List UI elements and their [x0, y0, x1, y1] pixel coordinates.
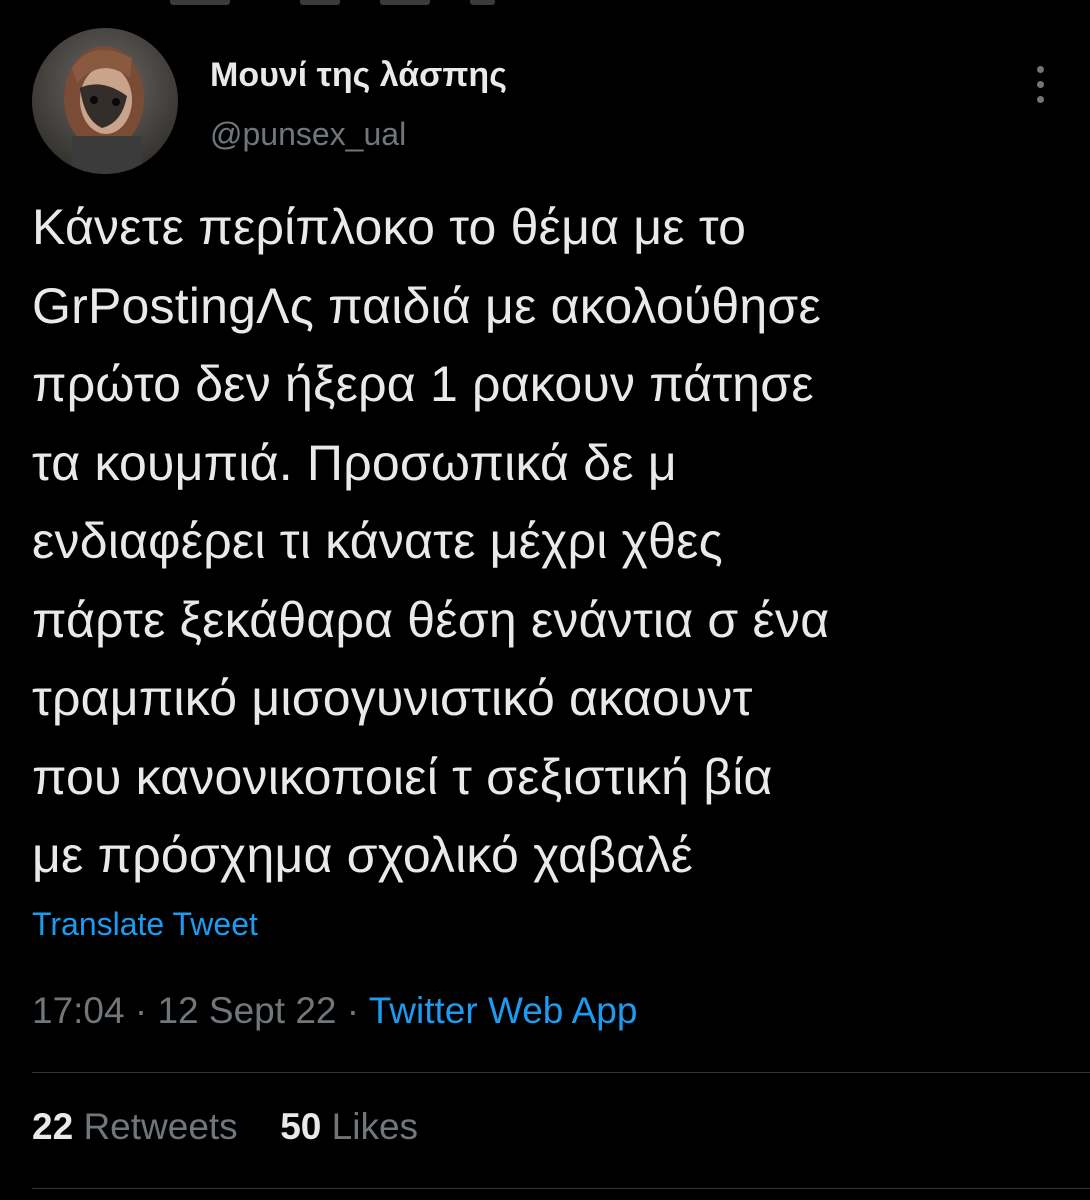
retweets-stat[interactable]: 22 Retweets [32, 1106, 238, 1148]
retweets-count: 22 [32, 1106, 74, 1147]
avatar[interactable] [32, 28, 178, 174]
translate-tweet-link[interactable]: Translate Tweet [32, 906, 258, 943]
tweet-text-line: πρώτο δεν ήξερα 1 ρακουν πάτησε [32, 356, 814, 412]
divider [32, 1188, 1090, 1189]
tweet-text-line: πάρτε ξεκάθαρα θέση ενάντια σ ένα [32, 591, 830, 648]
tweet-time[interactable]: 17:04 [32, 990, 125, 1031]
tweet-date[interactable]: 12 Sept 22 [157, 990, 336, 1031]
likes-label: Likes [331, 1106, 419, 1147]
tweet-text: Κάνετε περίπλοκο το θέμα με το GrPosting… [32, 188, 1052, 895]
tweet-header: Μουνί της λάσπης @punsex_ual [32, 28, 1058, 174]
author-handle[interactable]: @punsex_ual [210, 116, 406, 153]
author-display-name[interactable]: Μουνί της λάσπης [210, 56, 507, 95]
tweet-meta: 17:04 · 12 Sept 22 · Twitter Web App [32, 990, 637, 1032]
tweet-source-link[interactable]: Twitter Web App [369, 990, 638, 1031]
tweet-text-line: τραμπικό μισογυνιστικό ακαουντ [32, 670, 753, 726]
likes-stat[interactable]: 50 Likes [280, 1106, 418, 1148]
meta-separator: · [346, 990, 360, 1031]
tweet-stats: 22 Retweets 50 Likes [32, 1106, 418, 1148]
retweets-label: Retweets [83, 1106, 238, 1147]
tweet-text-line: που κανονικοποιεί τ σεξιστική βία [32, 748, 773, 805]
tweet-text-line: με πρόσχημα σχολικό χαβαλέ [32, 827, 694, 883]
likes-count: 50 [280, 1106, 322, 1147]
tweet-text-line: GrPostingΛς παιδιά με ακολούθησε [32, 277, 821, 334]
tweet-text-line: Κάνετε περίπλοκο το θέμα με το [32, 199, 747, 255]
meta-separator: · [134, 990, 148, 1031]
more-vertical-icon[interactable] [1030, 58, 1050, 122]
divider [32, 1072, 1090, 1073]
tweet-text-line: τα κουμπιά. Προσωπικά δε μ [32, 434, 677, 491]
tweet-text-line: ενδιαφέρει τι κάνατε μέχρι χθες [32, 513, 723, 569]
avatar-image [32, 28, 178, 174]
previous-content-fragment [0, 0, 1090, 12]
